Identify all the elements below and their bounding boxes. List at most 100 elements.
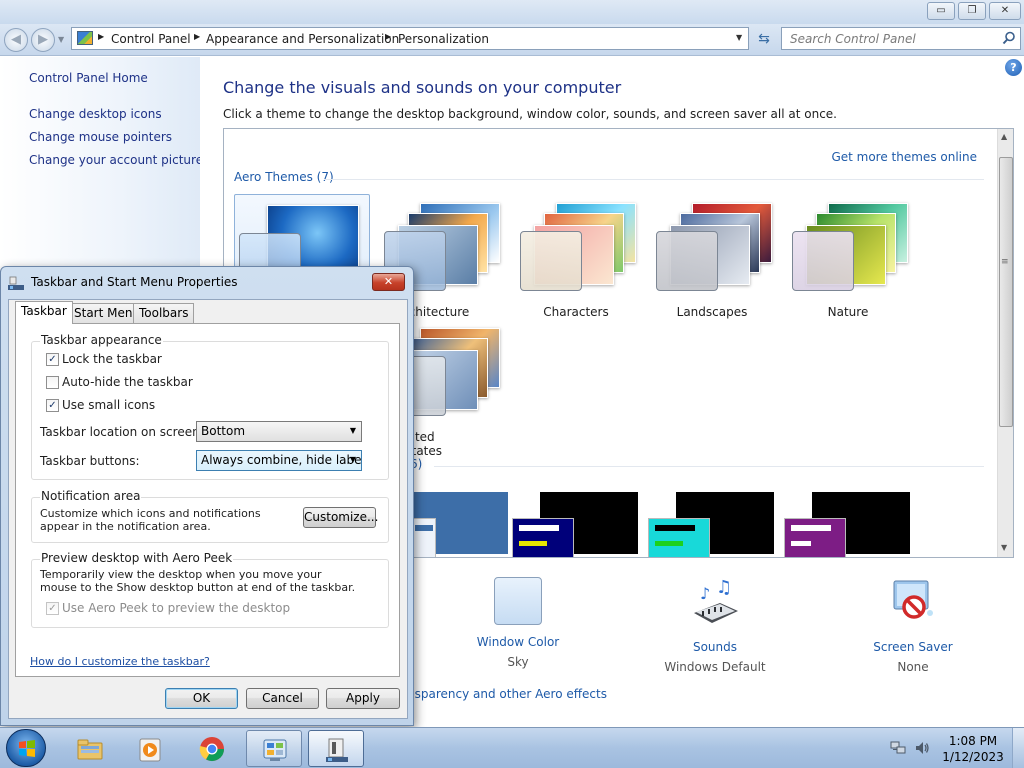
lock-taskbar-checkbox[interactable]: ✓ — [46, 353, 59, 366]
theme-characters[interactable]: Characters — [506, 199, 636, 319]
theme-landscapes[interactable]: Landscapes — [642, 199, 772, 319]
taskbar-properties-icon — [8, 276, 24, 290]
taskbar-explorer[interactable] — [62, 730, 118, 767]
start-button[interactable] — [6, 729, 46, 767]
taskbar-location-select[interactable]: Bottom ▼ — [196, 421, 362, 442]
taskbar-taskbar-properties[interactable] — [308, 730, 364, 767]
change-account-picture-link[interactable]: Change your account picture — [29, 153, 203, 167]
group-divider — [434, 466, 984, 467]
ok-button[interactable]: OK — [165, 688, 238, 709]
taskbar-location-value: Bottom — [201, 424, 246, 438]
scroll-down-icon[interactable]: ▼ — [1001, 543, 1007, 552]
screen-saver-icon — [893, 580, 933, 619]
page-subtitle: Click a theme to change the desktop back… — [223, 107, 837, 121]
minimize-button[interactable]: ▭ — [927, 2, 955, 20]
address-bar[interactable]: ▶ Control Panel ▶ Appearance and Persona… — [71, 27, 749, 50]
get-more-themes-link[interactable]: Get more themes online — [831, 150, 977, 164]
taskbar-buttons-value: Always combine, hide labels — [201, 453, 362, 467]
sounds-label[interactable]: Sounds — [640, 640, 790, 654]
taskbar-buttons-select[interactable]: Always combine, hide labels ▼ — [196, 450, 362, 471]
page-title: Change the visuals and sounds on your co… — [223, 78, 622, 97]
control-panel-home-link[interactable]: Control Panel Home — [29, 71, 148, 85]
aero-peek-checkbox[interactable]: ✓ — [46, 602, 59, 615]
breadcrumb-arrow-icon[interactable]: ▶ — [98, 32, 104, 41]
windows-logo-icon — [19, 740, 35, 757]
taskbar-appearance-heading: Taskbar appearance — [40, 333, 163, 347]
theme-high-contrast-1[interactable] — [512, 492, 638, 557]
breadcrumb-control-panel[interactable]: Control Panel — [111, 32, 191, 46]
aero-peek-description: Temporarily view the desktop when you mo… — [40, 568, 356, 594]
screen-saver-value: None — [897, 660, 929, 674]
notification-area-description: Customize which icons and notifications … — [40, 507, 261, 533]
change-desktop-icons-link[interactable]: Change desktop icons — [29, 107, 162, 121]
forward-button[interactable]: ▶ — [31, 28, 55, 52]
small-icons-checkbox[interactable]: ✓ — [46, 399, 59, 412]
svg-text:♪: ♪ — [700, 584, 710, 603]
clock-time[interactable]: 1:08 PM — [940, 734, 1006, 748]
address-dropdown-icon[interactable]: ▼ — [736, 33, 742, 42]
customize-taskbar-help-link[interactable]: How do I customize the taskbar? — [30, 655, 210, 668]
help-icon[interactable]: ? — [1005, 59, 1022, 76]
breadcrumb-arrow-icon[interactable]: ▶ — [194, 32, 200, 41]
theme-list-scrollbar[interactable]: ▲ ≡ ▼ — [997, 129, 1013, 557]
sounds-item[interactable]: ♪ ♫ Sounds Windows Default — [640, 577, 790, 674]
cancel-button[interactable]: Cancel — [246, 688, 319, 709]
theme-label: Characters — [543, 305, 609, 319]
theme-windows-basic[interactable] — [408, 492, 508, 557]
lock-taskbar-label[interactable]: Lock the taskbar — [62, 352, 162, 366]
search-input[interactable]: Search Control Panel — [781, 27, 1021, 50]
theme-color-swatch — [648, 518, 710, 557]
auto-hide-label[interactable]: Auto-hide the taskbar — [62, 375, 193, 389]
taskbar-chrome[interactable] — [184, 730, 240, 767]
window-color-label[interactable]: Window Color — [443, 635, 593, 649]
network-icon[interactable] — [890, 741, 906, 755]
recent-pages-dropdown-icon[interactable]: ▼ — [58, 35, 64, 44]
maximize-button[interactable]: ❐ — [958, 2, 986, 20]
scroll-thumb[interactable] — [999, 157, 1013, 427]
navigation-bar: ◀ ▶ ▼ ▶ Control Panel ▶ Appearance and P… — [0, 24, 1024, 56]
breadcrumb-arrow-icon[interactable]: ▶ — [385, 32, 391, 41]
theme-color-swatch — [512, 518, 574, 557]
sounds-value: Windows Default — [664, 660, 766, 674]
tab-taskbar[interactable]: Taskbar — [15, 301, 73, 324]
screen-saver-label[interactable]: Screen Saver — [838, 640, 988, 654]
auto-hide-checkbox[interactable] — [46, 376, 59, 389]
theme-color-swatch — [784, 518, 846, 557]
scroll-up-icon[interactable]: ▲ — [1001, 132, 1007, 141]
volume-icon[interactable] — [914, 740, 930, 756]
change-mouse-pointers-link[interactable]: Change mouse pointers — [29, 130, 172, 144]
search-icon[interactable] — [1002, 31, 1016, 45]
theme-high-contrast-2[interactable] — [648, 492, 774, 557]
show-desktop-button[interactable] — [1012, 728, 1024, 768]
theme-nature[interactable]: Nature — [778, 199, 908, 319]
transparency-aero-link[interactable]: nsparency and other Aero effects — [407, 687, 607, 701]
taskbar: 1:08 PM 1/12/2023 — [0, 727, 1024, 768]
apply-button[interactable]: Apply — [326, 688, 400, 709]
customize-button[interactable]: Customize... — [303, 507, 378, 528]
aero-peek-heading: Preview desktop with Aero Peek — [40, 551, 234, 565]
tab-toolbars[interactable]: Toolbars — [133, 303, 195, 323]
taskbar-location-label: Taskbar location on screen: — [40, 425, 204, 439]
scroll-grip-icon: ≡ — [1001, 257, 1009, 267]
taskbar-buttons-label: Taskbar buttons: — [40, 454, 140, 468]
theme-label: Landscapes — [676, 305, 748, 319]
dialog-body: Taskbar Start Menu Toolbars Taskbar appe… — [8, 299, 408, 719]
taskbar-control-panel[interactable] — [246, 730, 302, 767]
group-divider — [324, 179, 984, 180]
clock-date[interactable]: 1/12/2023 — [940, 750, 1006, 764]
dropdown-arrow-icon: ▼ — [349, 455, 356, 464]
breadcrumb-appearance[interactable]: Appearance and Personalization — [206, 32, 399, 46]
back-button[interactable]: ◀ — [4, 28, 28, 52]
dialog-close-button[interactable]: ✕ — [372, 273, 405, 291]
aero-themes-heading: Aero Themes (7) — [234, 170, 334, 184]
window-color-item[interactable]: Window Color Sky — [443, 577, 593, 669]
taskbar-media-player[interactable] — [122, 730, 178, 767]
close-button[interactable]: ✕ — [989, 2, 1021, 20]
refresh-icon[interactable]: ⇆ — [753, 29, 775, 51]
screen-saver-item[interactable]: Screen Saver None — [838, 577, 988, 674]
small-icons-label[interactable]: Use small icons — [62, 398, 155, 412]
theme-high-contrast-black[interactable] — [784, 492, 910, 557]
media-player-icon — [139, 738, 161, 762]
aero-peek-label[interactable]: Use Aero Peek to preview the desktop — [62, 601, 290, 615]
breadcrumb-personalization[interactable]: Personalization — [398, 32, 489, 46]
